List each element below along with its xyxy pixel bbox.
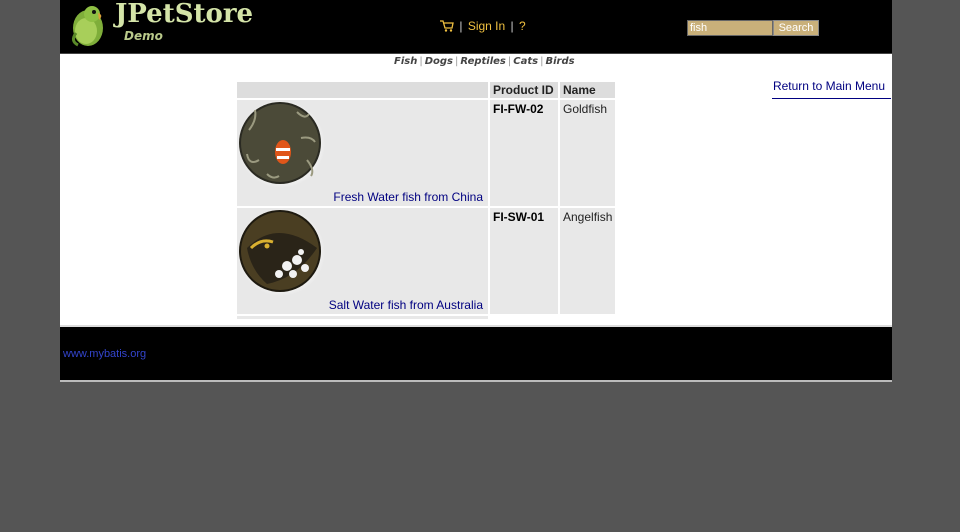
table-header-row: Product ID Name xyxy=(237,82,616,98)
search-button[interactable]: Search xyxy=(773,20,819,36)
quicklink-reptiles[interactable]: Reptiles xyxy=(460,56,506,67)
quicklink-birds[interactable]: Birds xyxy=(545,56,574,67)
quicklink-fish[interactable]: Fish xyxy=(394,56,417,67)
table-row: Fresh Water fish from China FI-FW-02 Gol… xyxy=(237,100,616,206)
quicklink-separator: | xyxy=(540,56,544,67)
logo-title: JPetStore xyxy=(115,0,254,29)
header: JPetStore Demo | Sign In | ? Search xyxy=(60,0,892,54)
quicklink-dogs[interactable]: Dogs xyxy=(425,56,453,67)
back-link-container: Return to Main Menu xyxy=(772,74,891,99)
menu-separator: | xyxy=(510,19,514,33)
logo[interactable]: JPetStore Demo xyxy=(66,0,253,49)
table-footer-cell xyxy=(490,316,558,319)
clownfish-image[interactable] xyxy=(237,100,337,204)
shopping-cart-icon[interactable] xyxy=(440,20,454,32)
product-caption: Salt Water fish from Australia xyxy=(328,298,483,312)
return-to-main-menu-link[interactable]: Return to Main Menu xyxy=(773,79,891,93)
parrot-logo-icon xyxy=(71,6,103,47)
table-header-image xyxy=(237,82,488,98)
quick-links: Fish | Dogs | Reptiles | Cats | Birds xyxy=(394,56,575,67)
quicklink-cats[interactable]: Cats xyxy=(513,56,538,67)
mybatis-link[interactable]: www.mybatis.org xyxy=(63,348,146,360)
page: JPetStore Demo | Sign In | ? Search Fish… xyxy=(60,0,892,382)
product-name: Goldfish xyxy=(560,100,616,206)
quicklink-separator: | xyxy=(455,56,459,67)
table-footer-cell xyxy=(237,316,488,319)
quicklink-separator: | xyxy=(419,56,423,67)
product-table: Product ID Name Fresh Water fish from Ch… xyxy=(235,80,617,321)
menu-separator: | xyxy=(459,19,463,33)
table-footer-cell xyxy=(560,316,615,319)
triggerfish-image[interactable] xyxy=(237,208,337,312)
sign-in-link[interactable]: Sign In xyxy=(468,19,505,33)
product-image-cell[interactable]: Salt Water fish from Australia xyxy=(237,208,488,314)
table-footer-row xyxy=(237,316,615,319)
search-input[interactable] xyxy=(687,20,773,36)
product-id[interactable]: FI-FW-02 xyxy=(490,100,558,206)
footer: www.mybatis.org xyxy=(60,327,892,382)
help-link[interactable]: ? xyxy=(519,19,526,33)
product-id[interactable]: FI-SW-01 xyxy=(490,208,558,314)
table-header-name: Name xyxy=(560,82,616,98)
logo-subtitle: Demo xyxy=(124,29,163,43)
product-name: Angelfish xyxy=(560,208,616,314)
product-image-cell[interactable]: Fresh Water fish from China xyxy=(237,100,488,206)
quicklink-separator: | xyxy=(507,56,512,67)
table-row: Salt Water fish from Australia FI-SW-01 … xyxy=(237,208,616,314)
table-header-product-id: Product ID xyxy=(490,82,558,98)
product-caption: Fresh Water fish from China xyxy=(333,190,483,204)
menu-content: | Sign In | ? xyxy=(440,19,526,33)
